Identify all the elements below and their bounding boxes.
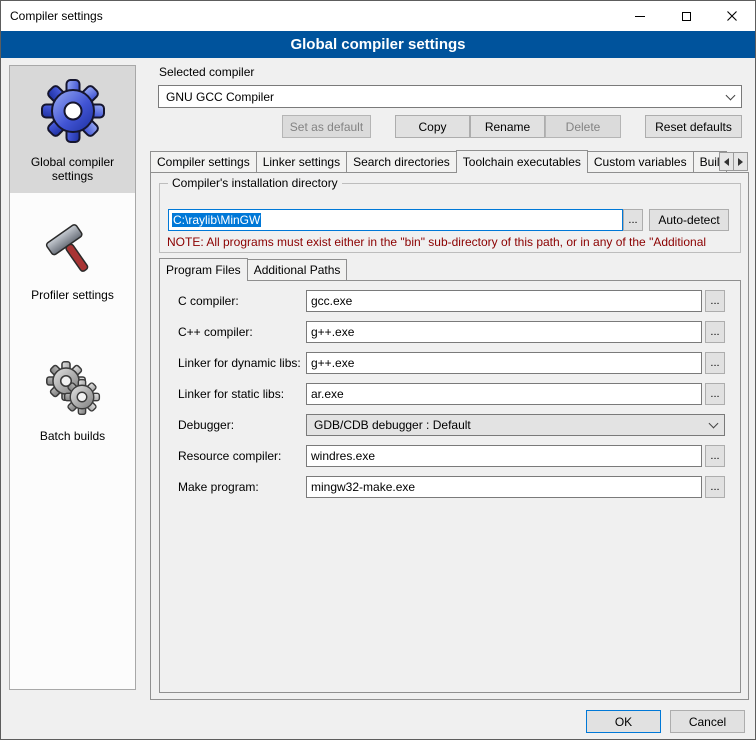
- cpp-compiler-value: g++.exe: [311, 325, 354, 339]
- browse-button[interactable]: ...: [705, 476, 725, 498]
- selected-compiler-dropdown[interactable]: GNU GCC Compiler: [158, 85, 742, 108]
- c-compiler-value: gcc.exe: [311, 294, 352, 308]
- tab-linker-settings[interactable]: Linker settings: [256, 151, 347, 172]
- note-text: NOTE: All programs must exist either in …: [167, 235, 756, 249]
- field-label: Make program:: [178, 476, 259, 498]
- make-program-input[interactable]: mingw32-make.exe: [306, 476, 702, 498]
- installation-directory-group-title: Compiler's installation directory: [168, 176, 342, 190]
- field-row-make-program: Make program: mingw32-make.exe ...: [160, 476, 740, 499]
- field-label: Linker for dynamic libs:: [178, 352, 301, 374]
- subtab-bar: Program Files Additional Paths: [159, 258, 346, 281]
- set-as-default-button[interactable]: Set as default: [282, 115, 371, 138]
- field-label: Resource compiler:: [178, 445, 281, 467]
- chevron-down-icon: [726, 90, 736, 100]
- field-row-linker-dynamic: Linker for dynamic libs: g++.exe ...: [160, 352, 740, 375]
- debugger-dropdown[interactable]: GDB/CDB debugger : Default: [306, 414, 725, 436]
- rename-button[interactable]: Rename: [470, 115, 545, 138]
- installation-directory-input[interactable]: C:\raylib\MinGW: [168, 209, 623, 231]
- close-button[interactable]: [709, 1, 755, 31]
- c-compiler-input[interactable]: gcc.exe: [306, 290, 702, 312]
- chevron-left-icon: [724, 158, 729, 166]
- copy-button[interactable]: Copy: [395, 115, 470, 138]
- window-controls: [617, 1, 755, 31]
- tab-compiler-settings[interactable]: Compiler settings: [150, 151, 257, 172]
- field-row-resource-compiler: Resource compiler: windres.exe ...: [160, 445, 740, 468]
- tab-scroll-right-button[interactable]: [733, 152, 748, 171]
- make-program-value: mingw32-make.exe: [311, 480, 415, 494]
- close-icon: [727, 11, 737, 21]
- tab-scroll-left-button[interactable]: [719, 152, 734, 171]
- resource-compiler-value: windres.exe: [311, 449, 375, 463]
- compiler-settings-window: Compiler settings Global compiler settin…: [0, 0, 756, 740]
- tab-scroll-controls: [720, 152, 748, 171]
- linker-dynamic-value: g++.exe: [311, 356, 354, 370]
- reset-defaults-button[interactable]: Reset defaults: [645, 115, 742, 138]
- hammer-icon: [43, 217, 103, 279]
- cpp-compiler-input[interactable]: g++.exe: [306, 321, 702, 343]
- maximize-button[interactable]: [663, 1, 709, 31]
- field-row-cpp-compiler: C++ compiler: g++.exe ...: [160, 321, 740, 344]
- browse-button[interactable]: ...: [705, 445, 725, 467]
- auto-detect-button[interactable]: Auto-detect: [649, 209, 729, 231]
- chevron-right-icon: [738, 158, 743, 166]
- browse-button[interactable]: ...: [705, 321, 725, 343]
- field-label: C++ compiler:: [178, 321, 253, 343]
- toolchain-executables-panel: Compiler's installation directory C:\ray…: [150, 172, 749, 700]
- sidebar-item-global-compiler-settings[interactable]: Global compiler settings: [10, 66, 135, 193]
- selected-compiler-label: Selected compiler: [159, 65, 254, 79]
- browse-button[interactable]: ...: [705, 290, 725, 312]
- sidebar-item-batch-builds[interactable]: Batch builds: [10, 346, 135, 453]
- debugger-value: GDB/CDB debugger : Default: [314, 418, 471, 432]
- sidebar-item-label: Profiler settings: [14, 288, 131, 302]
- settings-category-sidebar: Global compiler settings Profiler settin…: [9, 65, 136, 690]
- linker-dynamic-input[interactable]: g++.exe: [306, 352, 702, 374]
- window-title: Compiler settings: [1, 9, 103, 23]
- field-row-c-compiler: C compiler: gcc.exe ...: [160, 290, 740, 313]
- ok-button[interactable]: OK: [586, 710, 661, 733]
- maximize-icon: [682, 12, 691, 21]
- linker-static-value: ar.exe: [311, 387, 344, 401]
- selected-compiler-value: GNU GCC Compiler: [166, 90, 274, 104]
- sidebar-item-label: Batch builds: [14, 429, 131, 443]
- chevron-down-icon: [709, 419, 719, 429]
- minimize-button[interactable]: [617, 1, 663, 31]
- installation-directory-browse-button[interactable]: ...: [623, 209, 643, 231]
- field-label: Linker for static libs:: [178, 383, 284, 405]
- browse-button[interactable]: ...: [705, 352, 725, 374]
- field-label: C compiler:: [178, 290, 239, 312]
- field-row-linker-static: Linker for static libs: ar.exe ...: [160, 383, 740, 406]
- subtab-additional-paths[interactable]: Additional Paths: [247, 259, 348, 280]
- sidebar-item-label: Global compiler settings: [14, 155, 131, 183]
- tab-search-directories[interactable]: Search directories: [346, 151, 457, 172]
- program-files-panel: C compiler: gcc.exe ... C++ compiler: g+…: [159, 280, 741, 693]
- browse-button[interactable]: ...: [705, 383, 725, 405]
- cancel-button[interactable]: Cancel: [670, 710, 745, 733]
- linker-static-input[interactable]: ar.exe: [306, 383, 702, 405]
- installation-directory-value: C:\raylib\MinGW: [172, 213, 261, 227]
- sidebar-item-profiler-settings[interactable]: Profiler settings: [10, 207, 135, 312]
- delete-button[interactable]: Delete: [545, 115, 621, 138]
- blue-gear-icon: [38, 76, 108, 146]
- field-label: Debugger:: [178, 414, 234, 436]
- minimize-icon: [635, 16, 645, 17]
- titlebar[interactable]: Compiler settings: [1, 1, 755, 31]
- resource-compiler-input[interactable]: windres.exe: [306, 445, 702, 467]
- field-row-debugger: Debugger: GDB/CDB debugger : Default: [160, 414, 740, 437]
- subtab-program-files[interactable]: Program Files: [159, 258, 248, 281]
- gray-gears-icon: [41, 356, 105, 420]
- tab-custom-variables[interactable]: Custom variables: [587, 151, 694, 172]
- dialog-header: Global compiler settings: [1, 31, 755, 58]
- tab-bar: Compiler settings Linker settings Search…: [150, 150, 749, 173]
- tab-toolchain-executables[interactable]: Toolchain executables: [456, 150, 588, 173]
